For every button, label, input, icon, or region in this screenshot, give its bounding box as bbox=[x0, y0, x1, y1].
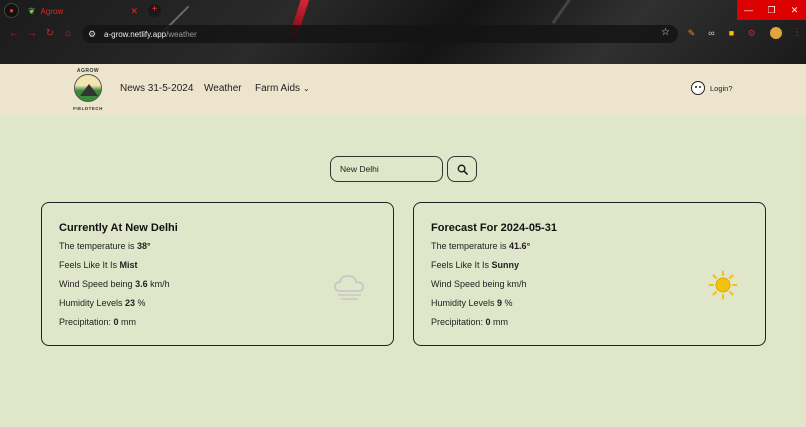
site-info-icon[interactable]: ⚙ bbox=[86, 28, 98, 40]
current-weather-card: Currently At New Delhi The temperature i… bbox=[41, 202, 394, 346]
tab-title: Agrow bbox=[40, 7, 64, 16]
address-bar[interactable]: ⚙ a-grow.netlify.app/weather ☆ bbox=[82, 25, 678, 43]
home-icon[interactable]: ⌂ bbox=[62, 28, 74, 40]
extension-icon[interactable]: ✎ bbox=[686, 28, 697, 39]
nav-weather-link[interactable]: Weather bbox=[204, 83, 242, 94]
browser-tab[interactable]: ❦ Agrow ✕ bbox=[24, 3, 144, 20]
card-title: Currently At New Delhi bbox=[59, 222, 178, 234]
bookmark-star-icon[interactable]: ☆ bbox=[661, 27, 670, 38]
logo-subtext: FIELDTECH bbox=[73, 106, 103, 111]
precipitation-line: Precipitation: 0 mm bbox=[431, 317, 509, 327]
temperature-line: The temperature is 41.6° bbox=[431, 241, 531, 251]
restore-button[interactable]: ❐ bbox=[760, 0, 783, 20]
tab-strip: ● ❦ Agrow ✕ + — ❐ ✕ bbox=[0, 0, 806, 22]
nav-news-link[interactable]: News 31-5-2024 bbox=[120, 83, 193, 94]
close-window-button[interactable]: ✕ bbox=[783, 0, 806, 20]
back-icon[interactable]: ← bbox=[8, 28, 20, 40]
browser-toolbar: ← → ↻ ⌂ ⚙ a-grow.netlify.app/weather ☆ ✎… bbox=[0, 23, 806, 45]
close-icon[interactable]: ✕ bbox=[130, 6, 138, 17]
humidity-line: Humidity Levels 23 % bbox=[59, 298, 146, 308]
nav-farm-aids-dropdown[interactable]: Farm Aids ⌄ bbox=[255, 83, 310, 94]
forward-icon[interactable]: → bbox=[26, 28, 38, 40]
menu-icon[interactable]: ⋮ bbox=[792, 27, 802, 38]
reload-icon[interactable]: ↻ bbox=[44, 28, 56, 40]
temperature-line: The temperature is 38° bbox=[59, 241, 151, 251]
sun-icon bbox=[708, 270, 738, 300]
feels-like-line: Feels Like It Is Sunny bbox=[431, 260, 520, 270]
window-controls: — ❐ ✕ bbox=[737, 0, 806, 20]
tab-group-icon[interactable]: ● bbox=[4, 3, 19, 18]
wind-speed-line: Wind Speed being 3.6 km/h bbox=[59, 279, 170, 289]
city-search-input[interactable] bbox=[330, 156, 443, 182]
login-link[interactable]: Login? bbox=[710, 84, 733, 93]
extension-icon[interactable]: ■ bbox=[726, 28, 737, 39]
profile-avatar[interactable] bbox=[768, 25, 784, 41]
extension-icon[interactable]: ∞ bbox=[706, 28, 717, 39]
forecast-weather-card: Forecast For 2024-05-31 The temperature … bbox=[413, 202, 766, 346]
search-icon bbox=[457, 164, 468, 175]
cloud-icon bbox=[334, 275, 364, 300]
leaf-icon: ❦ bbox=[28, 6, 36, 16]
url-text: a-grow.netlify.app/weather bbox=[104, 29, 197, 39]
card-title: Forecast For 2024-05-31 bbox=[431, 222, 557, 234]
minimize-button[interactable]: — bbox=[737, 0, 760, 20]
feels-like-line: Feels Like It Is Mist bbox=[59, 260, 138, 270]
logo[interactable]: AGROW FIELDTECH bbox=[70, 68, 106, 114]
wind-speed-line: Wind Speed being km/h bbox=[431, 279, 527, 289]
browser-chrome: ● ❦ Agrow ✕ + — ❐ ✕ ← → ↻ ⌂ ⚙ a-grow.net… bbox=[0, 0, 806, 64]
chevron-down-icon: ⌄ bbox=[303, 84, 310, 93]
extension-icon[interactable]: ⚙ bbox=[746, 28, 757, 39]
user-face-icon[interactable] bbox=[691, 81, 705, 95]
search-button[interactable] bbox=[447, 156, 477, 182]
precipitation-line: Precipitation: 0 mm bbox=[59, 317, 137, 327]
logo-emblem bbox=[74, 74, 102, 102]
new-tab-button[interactable]: + bbox=[148, 4, 161, 17]
humidity-line: Humidity Levels 9 % bbox=[431, 298, 513, 308]
